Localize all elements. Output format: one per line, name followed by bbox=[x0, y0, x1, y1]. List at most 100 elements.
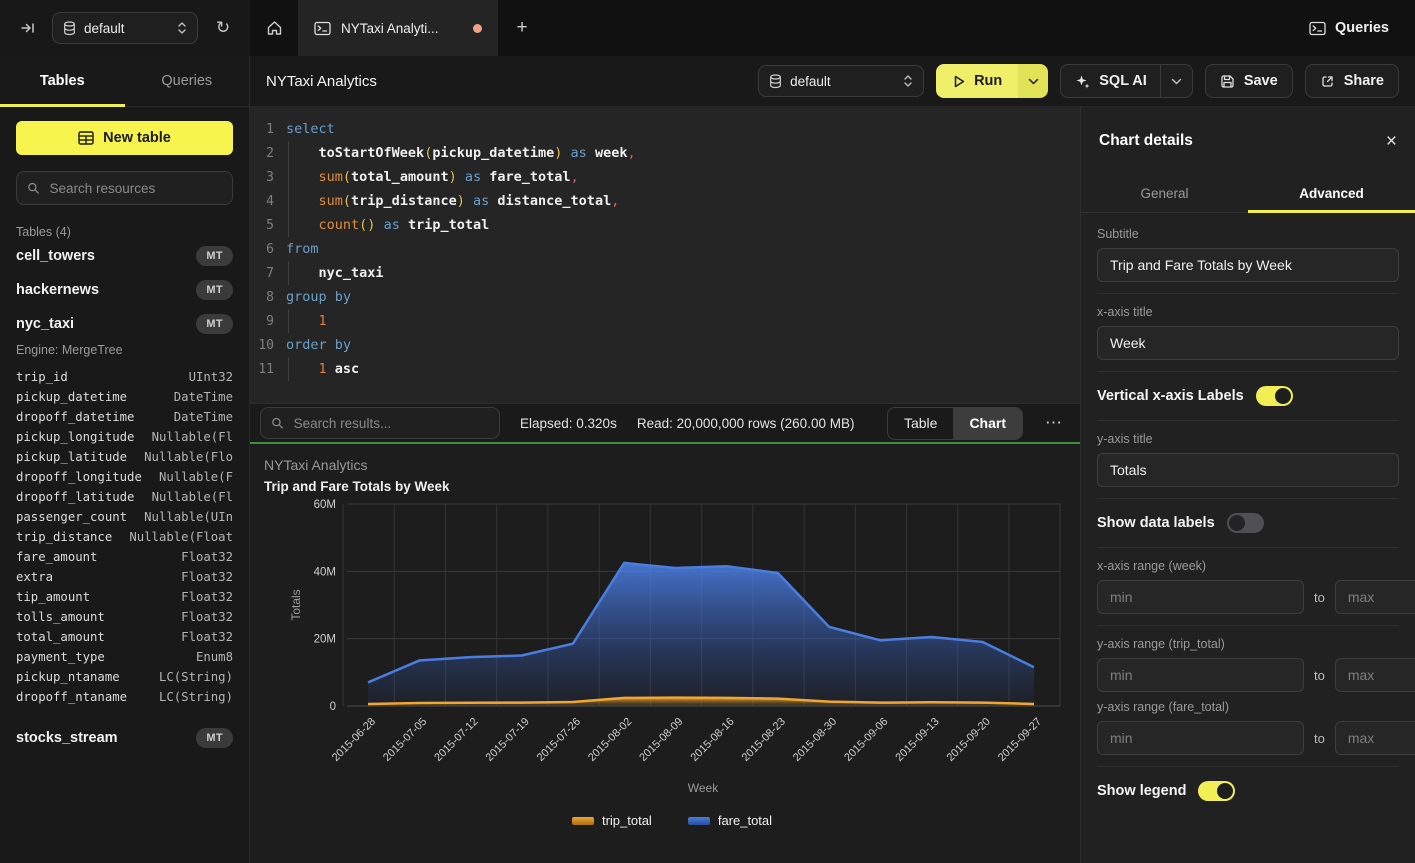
column-row: total_amountFloat32 bbox=[16, 627, 233, 647]
code-line: 3 sum(total_amount) as fare_total, bbox=[250, 165, 1080, 189]
editor-tab-strip: NYTaxi Analyti... + Queries bbox=[250, 0, 1415, 56]
column-row: tolls_amountFloat32 bbox=[16, 607, 233, 627]
view-toggle-chart[interactable]: Chart bbox=[953, 408, 1022, 439]
chart-title: NYTaxi Analytics bbox=[264, 454, 1080, 476]
y-range-trip-max-field[interactable] bbox=[1335, 658, 1415, 692]
x-tick-label: 2015-07-19 bbox=[484, 716, 532, 764]
column-row: pickup_latitudeNullable(Flo bbox=[16, 447, 233, 467]
x-range-max-field[interactable] bbox=[1335, 580, 1415, 614]
to-label: to bbox=[1314, 668, 1325, 683]
x-tick-label: 2015-07-26 bbox=[535, 716, 583, 764]
collapse-sidebar-icon bbox=[20, 21, 35, 35]
code-line: 10order by bbox=[250, 333, 1080, 357]
table-item-nyc-taxi[interactable]: nyc_taxi MT bbox=[16, 307, 233, 341]
code-line: 8group by bbox=[250, 285, 1080, 309]
x-tick-label: 2015-07-05 bbox=[381, 716, 429, 764]
results-search-input[interactable] bbox=[292, 415, 489, 432]
new-table-button[interactable]: New table bbox=[16, 121, 233, 155]
engine-badge: MT bbox=[196, 246, 233, 266]
top-bar-left: default ↻ bbox=[0, 0, 250, 56]
divider bbox=[1097, 293, 1399, 294]
query-toolbar: NYTaxi Analytics default Run SQL AI bbox=[250, 56, 1415, 107]
sql-ai-options-button[interactable] bbox=[1160, 65, 1182, 97]
sidebar-tab-queries[interactable]: Queries bbox=[125, 56, 250, 106]
home-icon bbox=[266, 20, 283, 36]
query-database-select[interactable]: default bbox=[758, 65, 924, 97]
search-icon bbox=[271, 416, 284, 430]
panel-tab-general[interactable]: General bbox=[1081, 175, 1248, 212]
sql-ai-button[interactable]: SQL AI bbox=[1060, 64, 1193, 98]
run-button[interactable]: Run bbox=[936, 64, 1048, 98]
sidebar-tab-tables[interactable]: Tables bbox=[0, 56, 125, 106]
chevron-down-icon bbox=[1171, 78, 1182, 85]
close-icon[interactable]: × bbox=[1386, 132, 1397, 151]
table-item-cell-towers[interactable]: cell_towers MT bbox=[16, 239, 233, 273]
table-item-stocks-stream[interactable]: stocks_stream MT bbox=[16, 721, 233, 755]
x-tick-label: 2015-08-16 bbox=[688, 716, 736, 764]
legend-item-trip_total[interactable]: trip_total bbox=[572, 813, 652, 828]
x-tick-label: 2015-09-13 bbox=[893, 716, 941, 764]
x-tick-label: 2015-08-30 bbox=[791, 716, 839, 764]
column-list: trip_idUInt32pickup_datetimeDateTimedrop… bbox=[16, 367, 233, 707]
show-data-labels-toggle[interactable] bbox=[1227, 513, 1264, 533]
x-tick-label: 2015-09-20 bbox=[945, 716, 993, 764]
divider bbox=[1097, 547, 1399, 548]
share-button[interactable]: Share bbox=[1305, 64, 1399, 98]
vertical-x-labels-toggle[interactable] bbox=[1256, 386, 1293, 406]
legend-label: trip_total bbox=[602, 813, 652, 828]
new-tab-button[interactable]: + bbox=[498, 0, 546, 56]
column-row: dropoff_datetimeDateTime bbox=[16, 407, 233, 427]
refresh-button[interactable]: ↻ bbox=[208, 13, 238, 43]
save-button[interactable]: Save bbox=[1205, 64, 1293, 98]
y-range-trip-label: y-axis range (trip_total) bbox=[1097, 637, 1399, 651]
x-tick-label: 2015-06-28 bbox=[330, 716, 378, 764]
home-button[interactable] bbox=[250, 0, 298, 56]
x-tick-label: 2015-09-27 bbox=[996, 716, 1044, 764]
resource-search-input[interactable] bbox=[48, 180, 223, 197]
tab-nytaxi-analytics[interactable]: NYTaxi Analyti... bbox=[298, 0, 498, 56]
y-range-fare-min-field[interactable] bbox=[1097, 721, 1304, 755]
sidebar: Tables Queries New table Tables (4) cell… bbox=[0, 56, 250, 863]
subtitle-field[interactable] bbox=[1097, 248, 1399, 282]
chart-subtitle: Trip and Fare Totals by Week bbox=[264, 476, 1080, 498]
column-row: dropoff_latitudeNullable(Fl bbox=[16, 487, 233, 507]
divider bbox=[1097, 498, 1399, 499]
collapse-sidebar-button[interactable] bbox=[12, 13, 42, 43]
column-row: passenger_countNullable(UIn bbox=[16, 507, 233, 527]
queries-terminal-icon bbox=[1309, 21, 1326, 36]
panel-body: Subtitle x-axis title Vertical x-axis La… bbox=[1081, 213, 1415, 863]
view-toggle: Table Chart bbox=[887, 407, 1023, 440]
x-axis-title: Week bbox=[688, 781, 719, 795]
code-line: 5 count() as trip_total bbox=[250, 213, 1080, 237]
x-range-min-field[interactable] bbox=[1097, 580, 1304, 614]
run-options-button[interactable] bbox=[1018, 64, 1048, 98]
column-row: pickup_ntanameLC(String) bbox=[16, 667, 233, 687]
y-range-trip-min-field[interactable] bbox=[1097, 658, 1304, 692]
column-row: trip_distanceNullable(Float bbox=[16, 527, 233, 547]
table-item-hackernews[interactable]: hackernews MT bbox=[16, 273, 233, 307]
table-name: cell_towers bbox=[16, 248, 95, 264]
queries-top-label: Queries bbox=[1335, 20, 1389, 36]
sql-editor[interactable]: 1select2 toStartOfWeek(pickup_datetime) … bbox=[250, 107, 1080, 404]
y-range-fare-max-field[interactable] bbox=[1335, 721, 1415, 755]
run-button-main[interactable]: Run bbox=[936, 64, 1018, 98]
show-legend-toggle[interactable] bbox=[1198, 781, 1235, 801]
series-area-fare_total bbox=[368, 563, 1034, 706]
queries-top-button[interactable]: Queries bbox=[1309, 0, 1389, 56]
topbar-database-select[interactable]: default bbox=[52, 12, 198, 44]
view-toggle-table[interactable]: Table bbox=[888, 408, 953, 439]
x-axis-title-field[interactable] bbox=[1097, 326, 1399, 360]
save-label: Save bbox=[1244, 73, 1278, 89]
svg-text:20M: 20M bbox=[314, 634, 336, 646]
column-row: fare_amountFloat32 bbox=[16, 547, 233, 567]
column-row: dropoff_longitudeNullable(F bbox=[16, 467, 233, 487]
legend-item-fare_total[interactable]: fare_total bbox=[688, 813, 772, 828]
terminal-icon bbox=[314, 21, 331, 36]
engine-badge: MT bbox=[196, 280, 233, 300]
query-title: NYTaxi Analytics bbox=[266, 73, 377, 90]
panel-tab-advanced[interactable]: Advanced bbox=[1248, 175, 1415, 212]
y-axis-title-field[interactable] bbox=[1097, 453, 1399, 487]
chart-legend: trip_total fare_total bbox=[264, 813, 1080, 828]
x-tick-label: 2015-08-02 bbox=[586, 716, 634, 764]
results-more-button[interactable]: ⋯ bbox=[1043, 413, 1070, 433]
